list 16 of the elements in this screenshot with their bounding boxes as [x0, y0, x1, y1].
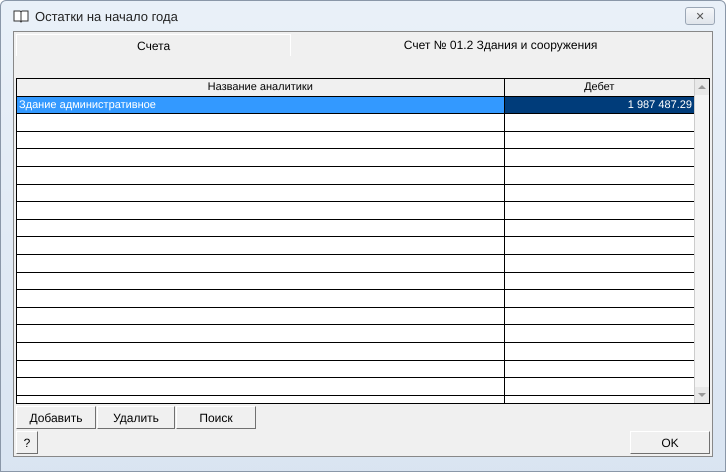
table-cell: 1 987 487.29	[504, 96, 694, 114]
help-button[interactable]: ?	[16, 431, 38, 454]
action-button[interactable]: Добавить	[16, 406, 96, 429]
scroll-up-icon[interactable]	[695, 79, 709, 95]
action-button[interactable]: Удалить	[97, 406, 175, 429]
table-cell: Здание административное	[17, 96, 505, 114]
tab[interactable]: Счета	[16, 34, 292, 56]
ok-button[interactable]: OK	[630, 431, 710, 454]
window-title: Остатки на начало года	[35, 8, 178, 24]
column-header[interactable]: Дебет	[504, 79, 694, 96]
scrollbar[interactable]	[694, 79, 709, 403]
scroll-down-icon[interactable]	[695, 387, 709, 403]
column-header[interactable]: Название аналитики	[17, 79, 505, 96]
action-button[interactable]: Поиск	[176, 406, 256, 429]
close-button[interactable]: ✕	[685, 7, 715, 25]
book-icon	[13, 9, 29, 23]
